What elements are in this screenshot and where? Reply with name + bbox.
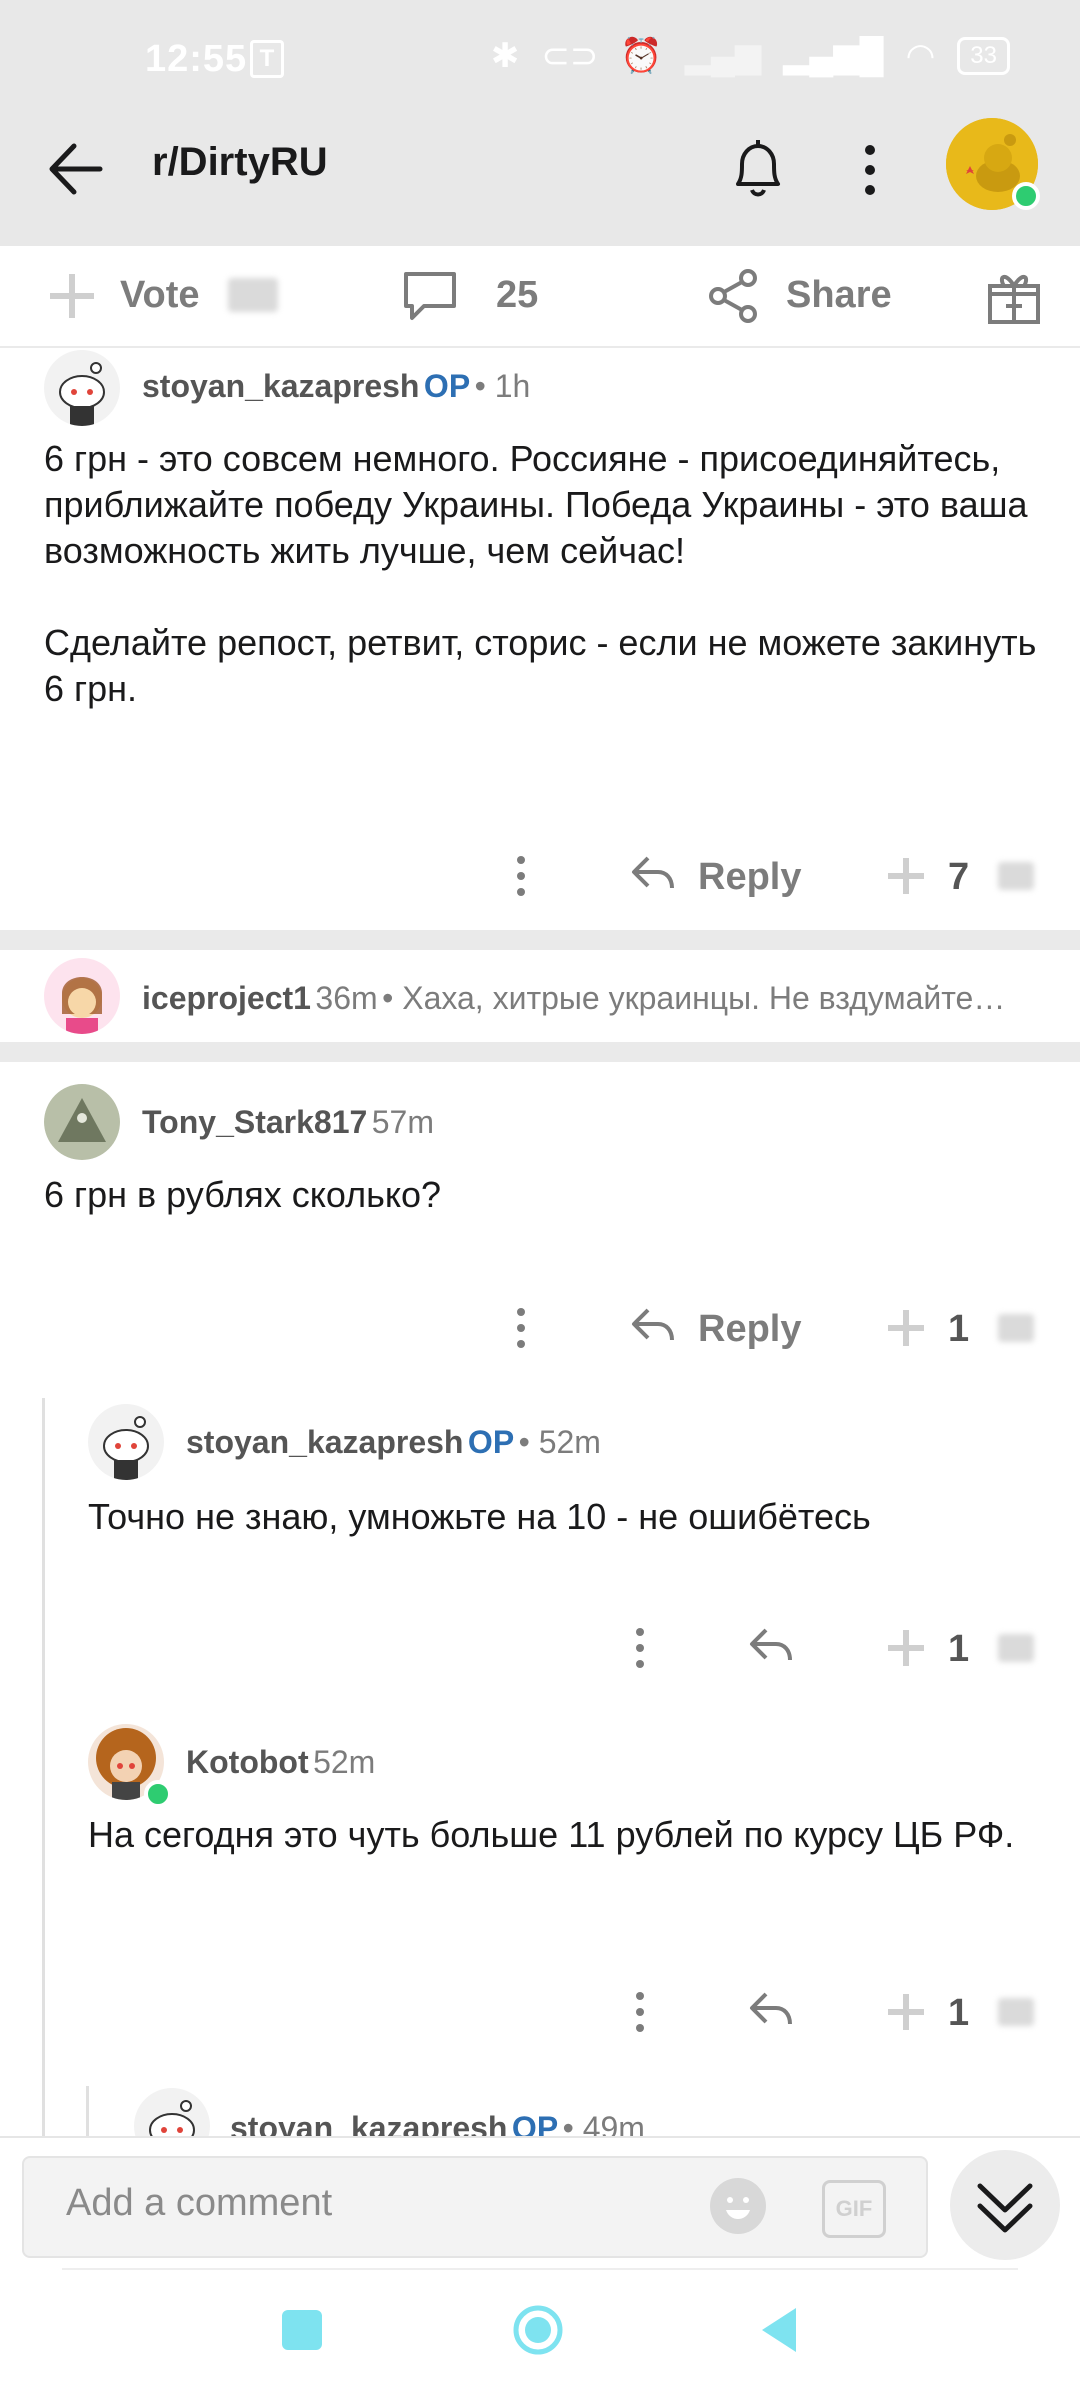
divider xyxy=(0,1042,1080,1062)
vote-count: 1 xyxy=(948,1992,970,2034)
double-chevron-down-icon xyxy=(977,2183,1033,2233)
back-button[interactable] xyxy=(44,134,114,204)
toggle-icon: ⊂⊃ xyxy=(541,37,599,75)
kebab-menu-icon xyxy=(865,145,875,195)
reply-button[interactable]: Reply xyxy=(698,856,801,899)
back-nav-icon[interactable] xyxy=(758,2306,798,2354)
snoo-avatar-icon xyxy=(103,1416,149,1480)
vote-count: 1 xyxy=(948,1628,970,1670)
comments-count[interactable]: 25 xyxy=(496,274,538,317)
subreddit-title[interactable]: r/DirtyRU xyxy=(152,140,328,185)
comment-meta: Kotobot 52m xyxy=(186,1744,375,1781)
vote-count: 1 xyxy=(948,1308,970,1350)
status-time: 12:55 xyxy=(145,38,248,80)
pyramid-avatar-icon xyxy=(44,1084,120,1160)
upvote-plus-icon[interactable] xyxy=(44,268,100,324)
reply-arrow-icon[interactable] xyxy=(748,1624,794,1670)
downvote-hidden[interactable] xyxy=(998,1998,1034,2026)
bluetooth-icon: ✱ xyxy=(490,37,520,75)
downvote-hidden[interactable] xyxy=(998,862,1034,890)
comment-meta: stoyan_kazapresh OP • 1h xyxy=(142,368,530,405)
username[interactable]: iceproject1 xyxy=(142,980,311,1016)
reply-arrow-icon[interactable] xyxy=(630,1304,676,1350)
more-options-button[interactable] xyxy=(850,138,890,202)
share-icon[interactable] xyxy=(706,268,762,324)
username[interactable]: Tony_Stark817 xyxy=(142,1104,367,1140)
comment-meta: stoyan_kazapresh OP • 52m xyxy=(186,1424,601,1461)
online-indicator xyxy=(144,1780,172,1808)
snoo-avatar-icon xyxy=(59,362,105,426)
comment-more-icon[interactable] xyxy=(624,1988,656,2036)
comment-time: • 1h xyxy=(474,368,531,404)
upvote-plus-icon[interactable] xyxy=(884,1990,928,2034)
avatar[interactable] xyxy=(44,1084,120,1160)
comment-preview: • Хаха, хитрые украинцы. Не вздумайте… xyxy=(382,980,1006,1016)
avatar[interactable] xyxy=(44,958,120,1034)
avatar[interactable] xyxy=(88,1404,164,1480)
comment-more-icon[interactable] xyxy=(505,852,537,900)
comment-more-icon[interactable] xyxy=(624,1624,656,1672)
upvote-plus-icon[interactable] xyxy=(884,854,928,898)
user-avatar[interactable] xyxy=(946,118,1040,210)
upvote-plus-icon[interactable] xyxy=(884,1306,928,1350)
status-icons: ✱ ⊂⊃ ⏰ ▂▄▆ ▂▄▆█ ◠ 33 xyxy=(491,36,1010,76)
carrier-badge: T xyxy=(250,40,284,78)
post-action-bar: Vote 25 Share xyxy=(0,246,1080,348)
thread-line[interactable] xyxy=(86,2086,89,2138)
divider xyxy=(0,930,1080,950)
downvote-hidden[interactable] xyxy=(998,1634,1034,1662)
vote-count-hidden xyxy=(228,278,278,312)
comment-placeholder[interactable]: Add a comment xyxy=(66,2182,332,2225)
username[interactable]: stoyan_kazapresh xyxy=(186,1424,463,1460)
avatar[interactable] xyxy=(44,350,120,426)
alarm-icon: ⏰ xyxy=(620,37,663,75)
comment-icon[interactable] xyxy=(400,266,460,326)
vote-count: 7 xyxy=(948,856,970,898)
comment-more-icon[interactable] xyxy=(505,1304,537,1352)
reply-arrow-icon[interactable] xyxy=(630,852,676,898)
reply-button[interactable]: Reply xyxy=(698,1308,801,1351)
comment-time: 57m xyxy=(371,1104,434,1140)
emoji-icon[interactable] xyxy=(710,2178,766,2234)
comment-body: На сегодня это чуть больше 11 рублей по … xyxy=(88,1814,1015,1855)
snoo-avatar-icon xyxy=(62,977,102,1034)
op-badge: OP xyxy=(423,368,471,404)
notification-button[interactable] xyxy=(728,136,788,202)
comment-time: 36m xyxy=(315,980,378,1016)
username[interactable]: Kotobot xyxy=(186,1744,309,1780)
vote-label[interactable]: Vote xyxy=(120,274,200,317)
comment-meta: Tony_Stark817 57m xyxy=(142,1104,434,1141)
gif-icon[interactable]: GIF xyxy=(822,2180,886,2238)
collapsed-comment[interactable]: iceproject1 36m • Хаха, хитрые украинцы.… xyxy=(142,980,1005,1017)
upvote-plus-icon[interactable] xyxy=(884,1626,928,1670)
signal-icon: ▂▄▆ xyxy=(684,37,762,75)
comment-body: 6 грн - это совсем немного. Россияне - п… xyxy=(44,438,1037,709)
downvote-hidden[interactable] xyxy=(998,1314,1034,1342)
signal-icon: ▂▄▆█ xyxy=(783,37,884,75)
gift-award-icon[interactable] xyxy=(984,266,1044,326)
op-badge: OP xyxy=(467,1424,515,1460)
bell-icon xyxy=(736,140,780,197)
arrow-left-icon xyxy=(49,143,103,195)
recent-apps-icon[interactable] xyxy=(282,2310,322,2350)
username[interactable]: stoyan_kazapresh xyxy=(142,368,419,404)
status-bar: 12:55 T ✱ ⊂⊃ ⏰ ▂▄▆ ▂▄▆█ ◠ 33 xyxy=(0,0,1080,120)
thread-line[interactable] xyxy=(42,1398,45,2138)
reply-arrow-icon[interactable] xyxy=(748,1988,794,2034)
comment-time: • 52m xyxy=(518,1424,601,1460)
comment-body: 6 грн в рублях сколько? xyxy=(44,1174,442,1215)
online-indicator xyxy=(1012,182,1040,210)
comment-body: Точно не знаю, умножьте на 10 - не ошибё… xyxy=(88,1496,871,1537)
collapse-thread-button[interactable] xyxy=(950,2150,1060,2260)
home-icon[interactable] xyxy=(512,2304,564,2356)
wifi-icon: ◠ xyxy=(905,37,936,75)
divider xyxy=(62,2268,1018,2270)
comment-time: 52m xyxy=(313,1744,376,1780)
share-label[interactable]: Share xyxy=(786,274,892,317)
battery-icon: 33 xyxy=(957,37,1010,75)
